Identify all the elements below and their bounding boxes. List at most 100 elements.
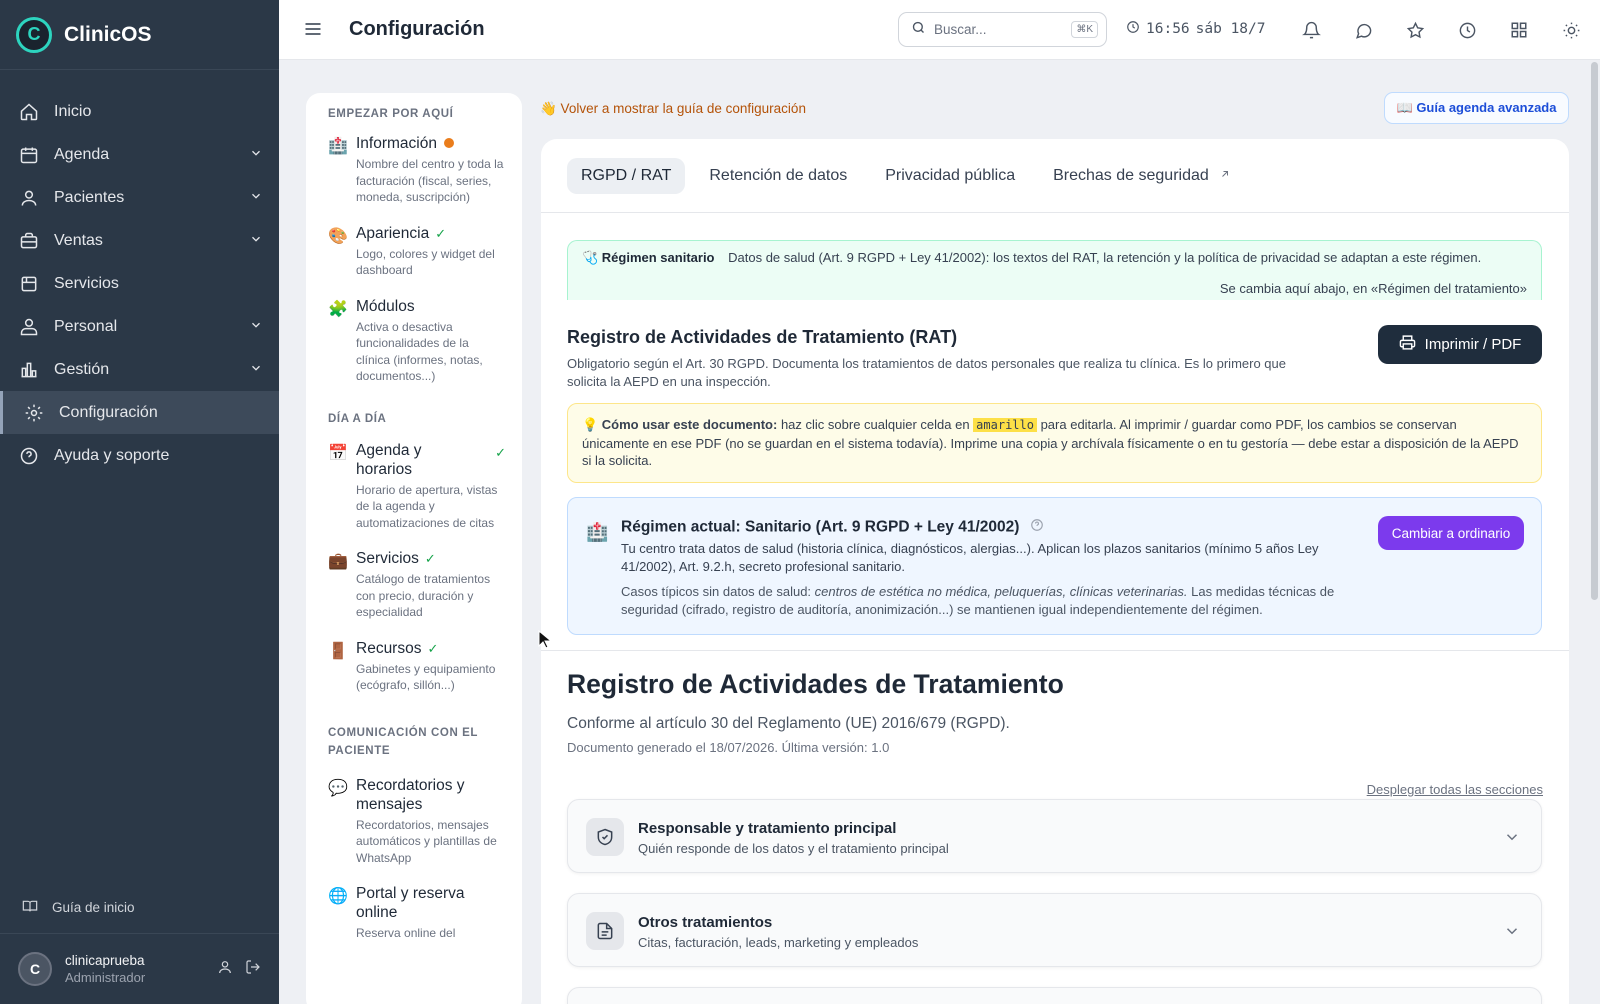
settings-item-informacion[interactable]: 🏥 Información Nombre del centro y toda l… [306,134,522,206]
tab-brechas[interactable]: Brechas de seguridad [1039,158,1245,194]
chat-icon[interactable] [1351,18,1375,42]
star-icon[interactable] [1403,18,1427,42]
settings-item-title: Recordatorios y mensajes [356,776,465,813]
sidebar-item-agenda[interactable]: Agenda [0,133,279,176]
howto-notice: 💡 Cómo usar este documento: haz clic sob… [567,403,1542,483]
sun-icon[interactable] [1559,18,1583,42]
settings-item-recordatorios[interactable]: 💬 Recordatorios y mensajes Recordatorios… [306,776,522,867]
switch-to-ordinary-button[interactable]: Cambiar a ordinario [1378,516,1524,550]
tab-retencion[interactable]: Retención de datos [695,158,861,194]
help-circle-icon[interactable] [1030,519,1044,536]
user-profile: C clinicaprueba Administrador [0,933,279,1004]
pending-dot [443,138,454,148]
sidebar-guide-link[interactable]: Guía de inicio [0,887,279,927]
settings-item-modulos[interactable]: 🧩 Módulos Activa o desactiva funcionalid… [306,297,522,385]
settings-item-servicios[interactable]: 💼 Servicios ✓ Catálogo de tratamientos co… [306,549,522,621]
settings-item-portal[interactable]: 🌐 Portal y reserva online Reserva online… [306,884,522,942]
print-pdf-button[interactable]: Imprimir / PDF [1378,325,1542,364]
brand[interactable]: C ClinicOS [0,0,279,70]
grid-icon[interactable] [1507,18,1531,42]
box-icon [18,273,40,295]
advanced-guide-button[interactable]: 📖 Guía agenda avanzada [1384,92,1569,124]
clock-date: sáb 18/7 [1195,21,1266,37]
history-icon[interactable] [1455,18,1479,42]
regime-desc: Tu centro trata datos de salud (historia… [621,541,1319,574]
settings-item-desc: Reserva online del [356,926,456,940]
profile-icon[interactable] [217,959,233,980]
printer-icon [1399,334,1416,355]
accordion-otros[interactable]: Otros tratamientos Citas, facturación, l… [567,893,1542,967]
tab-rgpd-rat[interactable]: RGPD / RAT [567,157,686,194]
rgpd-card: RGPD / RAT Retención de datos Privacidad… [541,139,1569,1004]
settings-item-desc: Activa o desactiva funcionalidades de la… [356,319,483,384]
settings-item-desc: Logo, colores y widget del dashboard [356,246,495,278]
check-icon: ✓ [435,225,447,241]
chevron-down-icon [249,146,263,165]
sidebar-item-label: Configuración [59,403,158,421]
hospital-icon: 🏥 [328,138,348,155]
clock: 16:56 sáb 18/7 [1126,20,1266,38]
show-guide-link[interactable]: 👋 Volver a mostrar la guía de configurac… [540,101,806,117]
sidebar-item-label: Ventas [54,231,103,249]
scrollbar[interactable] [1591,62,1598,600]
settings-item-apariencia[interactable]: 🎨 Apariencia ✓ Logo, colores y widget del… [306,224,522,279]
user-role: Administrador [65,970,146,985]
settings-item-title: Portal y reserva online [356,885,465,921]
brand-logo: C [16,16,52,53]
settings-item-agenda[interactable]: 📅 Agenda y horarios ✓ Horario de apertur… [306,441,522,532]
home-icon [18,101,40,123]
settings-item-title: Agenda y horarios [356,441,422,478]
howto-bold: 💡 Cómo usar este documento: [582,417,778,432]
clock-time: 16:56 [1146,21,1190,37]
sidebar-item-label: Inicio [54,102,92,120]
palette-icon: 🎨 [328,227,348,245]
regime-cases: Casos típicos sin datos de salud: centro… [621,583,1361,618]
chevron-down-icon [1503,922,1521,945]
expand-all-link[interactable]: Desplegar todas las secciones [1367,782,1543,797]
settings-item-title: Recursos [356,639,422,657]
menu-icon[interactable] [303,19,323,44]
search-input[interactable] [934,22,1054,37]
sidebar: C ClinicOS Inicio Agenda Pacientes Venta… [0,0,279,1004]
sidebar-item-ayuda[interactable]: Ayuda y soporte [0,434,279,477]
sidebar-item-label: Pacientes [54,188,125,206]
sidebar-item-ventas[interactable]: Ventas [0,219,279,262]
briefcase-icon: 💼 [328,553,348,570]
sidebar-item-label: Servicios [54,274,119,292]
cursor-icon [538,629,553,655]
chevron-down-icon [249,189,263,208]
sidebar-item-configuracion[interactable]: Configuración [0,391,279,434]
sidebar-item-servicios[interactable]: Servicios [0,262,279,305]
settings-section-title: DÍA A DÍA [328,412,387,425]
tab-privacidad[interactable]: Privacidad pública [871,158,1029,194]
chevron-down-icon [249,318,263,337]
settings-item-title: Apariencia [356,224,430,242]
avatar[interactable]: C [18,952,52,986]
document-title: Registro de Actividades de Tratamiento [567,669,1064,699]
regime-banner: 🩺 Régimen sanitario Datos de salud (Art.… [567,240,1542,300]
document-icon [586,912,624,950]
accordion-next[interactable] [567,987,1542,1004]
logout-icon[interactable] [245,959,261,980]
settings-section-title: EMPEZAR POR AQUÍ [328,108,454,120]
sidebar-item-label: Agenda [54,145,110,163]
search-box[interactable]: ⌘K [898,12,1107,47]
settings-item-recursos[interactable]: 🚪 Recursos ✓ Gabinetes y equipamiento (ec… [306,639,522,694]
hospital-icon: 🏥 [586,522,609,542]
chevron-down-icon [249,232,263,251]
check-icon: ✓ [495,444,506,460]
sidebar-item-personal[interactable]: Personal [0,305,279,348]
tabs: RGPD / RAT Retención de datos Privacidad… [541,139,1569,213]
calendar-icon: 📅 [328,444,348,462]
check-icon: ✓ [424,551,436,566]
chart-icon [18,359,40,381]
regime-cases-em: centros de estética no médica, peluquerí… [814,584,1188,599]
sidebar-item-gestion[interactable]: Gestión [0,348,279,391]
sidebar-item-inicio[interactable]: Inicio [0,90,279,133]
regime-title: Régimen actual: Sanitario (Art. 9 RGPD +… [621,518,1044,537]
settings-item-desc: Recordatorios, mensajes automáticos y pl… [356,817,497,865]
sidebar-item-pacientes[interactable]: Pacientes [0,176,279,219]
accordion-responsable[interactable]: Responsable y tratamiento principal Quié… [567,799,1542,873]
rat-title: Registro de Actividades de Tratamiento (… [567,327,958,347]
bell-icon[interactable] [1299,18,1323,42]
